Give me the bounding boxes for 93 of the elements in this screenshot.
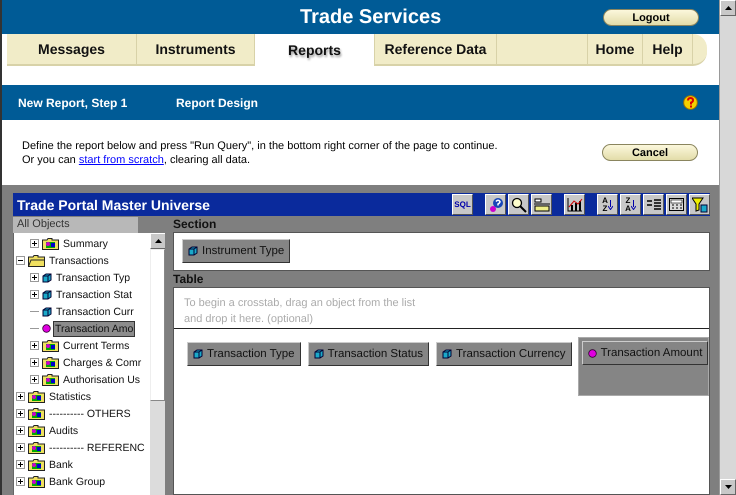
folder-icon (42, 374, 59, 386)
tree-item[interactable]: ---------- OTHERS (47, 406, 133, 422)
app-title: Trade Services (300, 6, 442, 28)
cube-icon (42, 290, 52, 300)
circle-icon (42, 324, 51, 333)
nav-tab[interactable]: Messages (7, 34, 137, 66)
down-arrow-icon (724, 485, 732, 489)
hint-text: and drop it here. (optional) (184, 312, 314, 327)
tab-bar-end (693, 34, 707, 66)
object-chip[interactable]: Instrument Type (182, 239, 290, 263)
sql-button[interactable]: SQL (452, 194, 473, 215)
tree-item[interactable]: Statistics (47, 388, 94, 404)
calculator-button[interactable] (666, 194, 687, 215)
expand-icon[interactable] (16, 392, 25, 401)
expand-icon[interactable] (30, 273, 39, 282)
down-arrow-icon (608, 200, 613, 210)
table-label: Table (173, 271, 204, 287)
expand-icon[interactable] (16, 443, 25, 452)
list-icon (646, 198, 660, 210)
expand-icon[interactable] (30, 375, 39, 384)
expand-icon[interactable] (16, 477, 25, 486)
expand-icon[interactable] (16, 426, 25, 435)
folder-icon (28, 458, 45, 470)
tree-item[interactable]: Transactions (47, 252, 111, 268)
instruction-text: Define the report below and press "Run Query", in the bottom right corner of the page to continue. (22, 138, 499, 152)
tree-item[interactable]: Current Terms (61, 338, 132, 354)
up-arrow-icon (154, 239, 162, 243)
object-chip[interactable]: Transaction Status (308, 342, 430, 366)
help-icon[interactable] (683, 95, 698, 110)
expand-icon[interactable] (30, 358, 39, 367)
cube-icon (188, 246, 198, 256)
cube-icon (42, 272, 52, 282)
expand-icon[interactable] (30, 341, 39, 350)
universe-title: Trade Portal Master Universe (17, 196, 210, 212)
folder-icon (42, 356, 59, 368)
cube-icon (314, 349, 324, 359)
collapse-icon[interactable] (16, 256, 25, 265)
tree-item[interactable]: Bank Group (47, 474, 108, 490)
tree-item[interactable]: Transaction Typ (54, 270, 132, 286)
logout-button[interactable]: Logout (603, 9, 699, 26)
cube-icon (42, 306, 52, 316)
down-arrow-icon (630, 200, 636, 210)
help-query-button[interactable] (485, 194, 506, 215)
sort-button[interactable]: Z A (620, 194, 641, 215)
sort-button[interactable]: A Z (597, 194, 618, 215)
cube-icon (442, 349, 452, 359)
cancel-button[interactable]: Cancel (602, 144, 698, 161)
tree-item[interactable]: Bank (47, 456, 75, 472)
object-chip[interactable]: Transaction Type (187, 342, 301, 366)
list-button[interactable] (643, 194, 664, 215)
page-scrollbar[interactable] (719, 0, 736, 495)
object-chip[interactable]: Transaction Amount (582, 341, 708, 365)
magnifier-button[interactable] (508, 194, 529, 215)
chart-button[interactable] (564, 194, 585, 215)
filter-button[interactable] (689, 194, 710, 215)
expand-icon[interactable] (30, 239, 39, 248)
folder-icon (42, 340, 59, 352)
tree-item[interactable]: Charges & Comr (61, 354, 144, 370)
object-chip[interactable]: Transaction Currency (436, 342, 572, 366)
folder-icon (28, 442, 45, 454)
folder-icon (28, 390, 45, 402)
circle-icon (588, 348, 597, 358)
tree-item[interactable]: Transaction Curr (54, 304, 136, 320)
start-from-scratch-link[interactable]: start from scratch (78, 154, 164, 166)
nav-link[interactable]: Help (643, 34, 693, 66)
hint-text: To begin a crosstab, drag an object from the list (184, 296, 416, 311)
folder-icon (28, 408, 45, 420)
folder-icon (42, 238, 59, 250)
cube-icon (193, 349, 203, 359)
folder-icon (28, 476, 45, 488)
all-objects-tab[interactable]: All Objects (13, 217, 138, 233)
selected-column[interactable]: Transaction Amount (578, 337, 710, 396)
tree-item[interactable]: Summary (61, 236, 110, 252)
scrollbar[interactable] (150, 233, 165, 495)
expand-icon[interactable] (16, 409, 25, 418)
expand-icon[interactable] (16, 460, 25, 469)
table-layout-button[interactable] (531, 194, 552, 215)
nav-tab[interactable]: Instruments (137, 34, 255, 66)
up-arrow-icon (724, 6, 732, 10)
page-label: Report Design (176, 96, 258, 110)
tree-item[interactable]: Authorisation Us (61, 372, 142, 388)
folder-icon (28, 424, 45, 436)
expand-icon[interactable] (30, 290, 39, 299)
tree-item[interactable]: ---------- REFERENC (47, 440, 147, 456)
nav-link[interactable]: Home (588, 34, 643, 66)
tree-item[interactable]: Audits (47, 422, 80, 438)
tree-item[interactable]: Transaction Amo (53, 320, 136, 336)
folder-icon (28, 254, 45, 266)
nav-tab[interactable]: Reference Data (375, 34, 497, 66)
tree-item[interactable]: Transaction Stat (54, 286, 134, 302)
instruction-text: Or you can start from scratch, clearing all data. (22, 152, 252, 166)
section-label: Section (173, 216, 218, 232)
step-label: New Report, Step 1 (18, 96, 128, 110)
